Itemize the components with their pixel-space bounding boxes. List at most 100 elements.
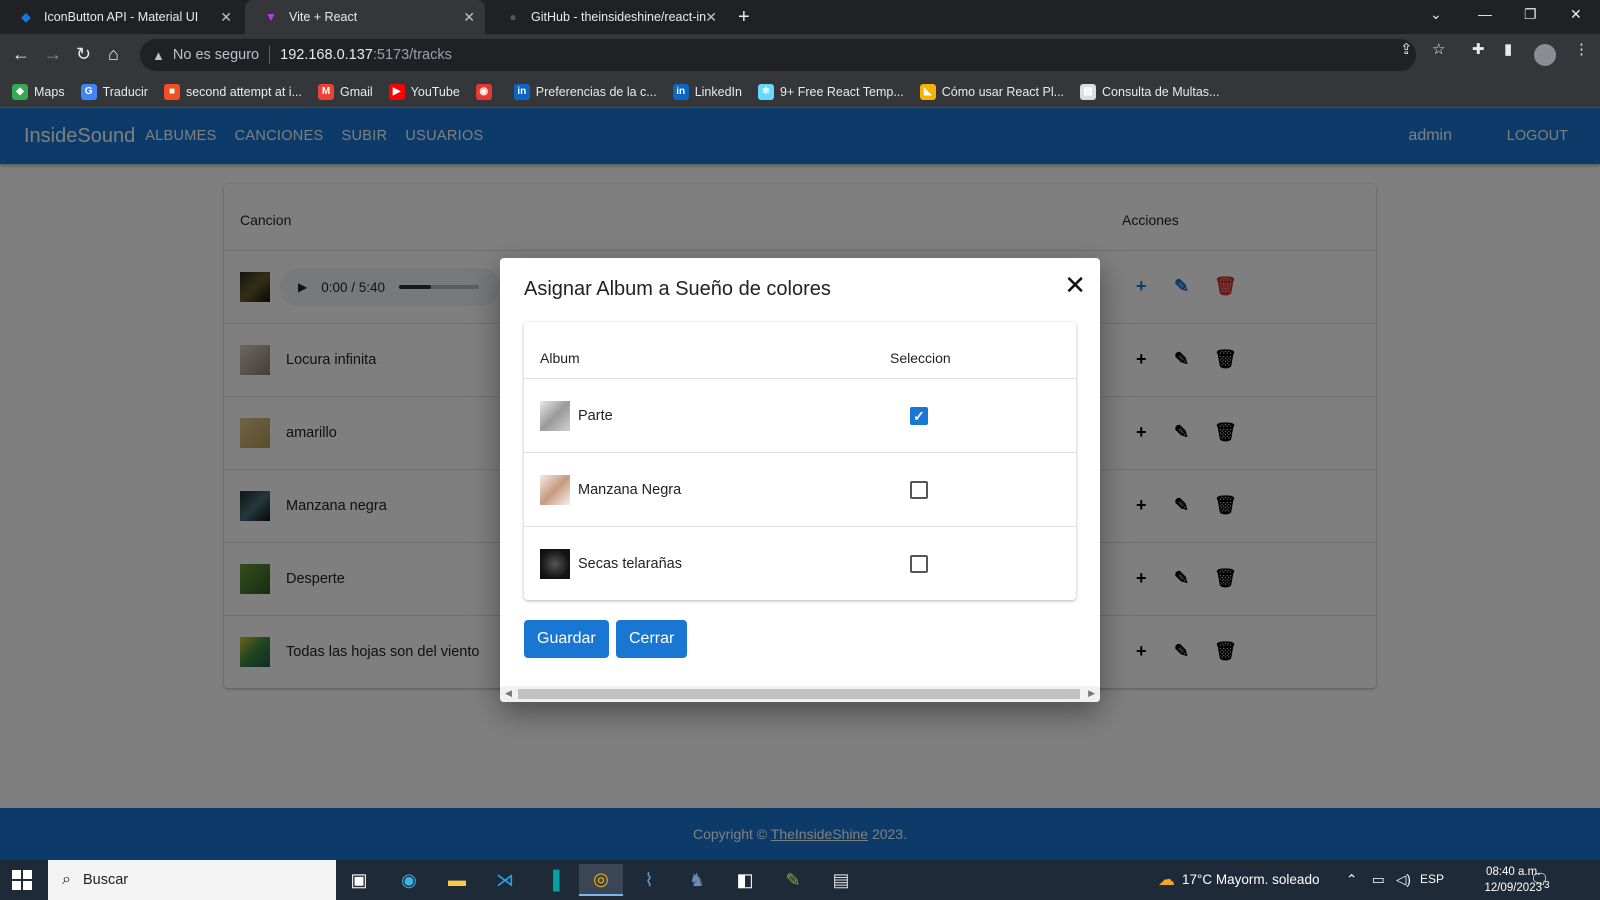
assign-album-dialog: Asignar Album a Sueño de colores ✕ Album…: [500, 258, 1100, 702]
bookmark-item[interactable]: in LinkedIn: [672, 83, 742, 100]
share-icon[interactable]: ⇪: [1400, 40, 1413, 58]
volume-icon[interactable]: ◁): [1396, 872, 1411, 888]
album-checkbox[interactable]: ✓: [910, 407, 928, 425]
table-row: Secas telarañas: [524, 526, 1076, 601]
bookmark-item[interactable]: ■ second attempt at i...: [163, 83, 303, 100]
notepad-icon[interactable]: ✎: [771, 864, 815, 896]
tab-title: IconButton API - Material UI: [44, 10, 199, 24]
side-panel-icon[interactable]: ▮: [1504, 40, 1512, 58]
albums-table: Album Seleccion Parte ✓ Manzana Negra Se…: [524, 322, 1076, 600]
album-checkbox[interactable]: [910, 481, 928, 499]
linkedin-icon: in: [672, 83, 689, 100]
scroll-right-icon[interactable]: ▶: [1088, 688, 1095, 699]
bookmark-item[interactable]: ▤ Consulta de Multas...: [1080, 83, 1220, 100]
bookmark-label: Traducir: [102, 84, 148, 99]
windows-start-icon[interactable]: [12, 870, 32, 890]
new-tab-button[interactable]: +: [738, 6, 750, 29]
address-bar[interactable]: ▲ No es seguro 192.168.0.137 :5173/track…: [140, 39, 1416, 71]
album-thumbnail: [540, 475, 570, 505]
reload-icon[interactable]: ↻: [76, 44, 91, 65]
bookmark-item[interactable]: in Preferencias de la c...: [513, 83, 657, 100]
app-icon[interactable]: ▐: [531, 864, 575, 896]
close-icon[interactable]: ✕: [220, 9, 232, 26]
close-icon[interactable]: ✕: [463, 9, 475, 26]
bookmark-star-icon[interactable]: ☆: [1432, 40, 1445, 58]
security-status: No es seguro: [172, 47, 260, 63]
bookmark-item[interactable]: M Gmail: [318, 83, 373, 100]
file-explorer-icon[interactable]: ▬: [435, 864, 479, 896]
browser-tab-github[interactable]: ● GitHub - theinsideshine/react-ins ✕: [487, 0, 727, 34]
gmail-icon: M: [318, 83, 335, 100]
intellij-icon[interactable]: ◧: [723, 864, 767, 896]
scroll-left-icon[interactable]: ◀: [505, 688, 512, 699]
translate-icon: G: [80, 83, 97, 100]
close-icon[interactable]: ✕: [1064, 272, 1086, 298]
album-checkbox[interactable]: [910, 555, 928, 573]
menu-icon[interactable]: ⋮: [1574, 40, 1589, 58]
back-icon[interactable]: ←: [12, 44, 30, 65]
bookmark-label: second attempt at i...: [185, 84, 303, 99]
record-icon: ◉: [475, 83, 492, 100]
browser-tab-strip: ◆ IconButton API - Material UI ✕ ▼ Vite …: [0, 0, 1600, 34]
extensions-icon[interactable]: ✚: [1472, 40, 1485, 58]
windows-taskbar: ⌕ Buscar ▣ ◉ ▬ ⋊ ▐ ◎ ⌇ ♞ ◧ ✎ ▤ ☁ 17°C Ma…: [0, 860, 1600, 900]
mui-icon: ◆: [21, 10, 31, 24]
divider: [269, 46, 271, 64]
vscode-icon[interactable]: ⋊: [483, 864, 527, 896]
react-icon: ⚛: [757, 83, 774, 100]
linkedin-icon: in: [513, 83, 530, 100]
album-name: Secas telarañas: [578, 556, 682, 572]
taskbar-search[interactable]: ⌕ Buscar: [48, 860, 336, 900]
column-header-album: Album: [540, 350, 580, 366]
vite-icon: ▼: [265, 10, 277, 24]
album-thumbnail: [540, 549, 570, 579]
language-indicator[interactable]: ESP: [1420, 872, 1444, 886]
search-icon: ⌕: [62, 871, 71, 888]
profile-avatar[interactable]: [1534, 44, 1556, 66]
notification-count: 3: [1544, 880, 1550, 891]
album-thumbnail: [540, 401, 570, 431]
cat-icon: ◣: [919, 83, 936, 100]
browser-tab-vite[interactable]: ▼ Vite + React ✕: [245, 0, 485, 34]
close-icon[interactable]: ✕: [705, 9, 717, 26]
save-button[interactable]: Guardar: [524, 620, 609, 658]
forward-icon[interactable]: →: [44, 44, 62, 65]
bookmark-item[interactable]: ⚛ 9+ Free React Temp...: [757, 83, 904, 100]
bookmarks-bar: ◆ Maps G Traducir ■ second attempt at i... M Gm…: [0, 76, 1600, 108]
browser-tab-mui[interactable]: ◆ IconButton API - Material UI ✕: [0, 0, 242, 34]
document-icon: ▤: [1080, 83, 1097, 100]
bookmark-item[interactable]: ◉: [475, 83, 498, 100]
album-name: Parte: [578, 408, 613, 424]
weather-text[interactable]: 17°C Mayorm. soleado: [1182, 872, 1319, 887]
tab-search-icon[interactable]: ⌄: [1430, 6, 1442, 23]
chrome-icon[interactable]: ◎: [579, 864, 623, 896]
app-viewport: InsideSound ALBUMES CANCIONES SUBIR USUA…: [0, 108, 1600, 860]
window-close-button[interactable]: ✕: [1570, 6, 1582, 23]
dialog-title: Asignar Album a Sueño de colores: [524, 278, 831, 300]
bookmark-item[interactable]: ▶ YouTube: [388, 83, 460, 100]
bookmark-label: Consulta de Multas...: [1102, 84, 1220, 99]
restore-button[interactable]: ❐: [1524, 6, 1537, 23]
minimize-button[interactable]: —: [1478, 6, 1492, 22]
photos-icon[interactable]: ▤: [819, 864, 863, 896]
youtube-icon: ▶: [388, 83, 405, 100]
tray-chevron-icon[interactable]: ⌃: [1346, 872, 1357, 888]
task-view-icon[interactable]: ▣: [337, 864, 381, 896]
maps-icon: ◆: [12, 83, 28, 100]
tab-title: GitHub - theinsideshine/react-ins: [531, 10, 706, 24]
search-placeholder: Buscar: [82, 872, 129, 888]
network-icon[interactable]: ▭: [1372, 872, 1385, 888]
bookmark-item[interactable]: ◣ Cómo usar React Pl...: [919, 83, 1065, 100]
mysql-icon[interactable]: ⌇: [627, 864, 671, 896]
bookmark-label: Cómo usar React Pl...: [941, 84, 1065, 99]
postgres-icon[interactable]: ♞: [675, 864, 719, 896]
scrollbar-thumb[interactable]: [518, 689, 1080, 699]
bookmark-item[interactable]: G Traducir: [80, 83, 148, 100]
close-button[interactable]: Cerrar: [616, 620, 688, 658]
bookmark-item[interactable]: ◆ Maps: [12, 83, 65, 100]
horizontal-scrollbar[interactable]: ◀ ▶: [500, 686, 1100, 702]
home-icon[interactable]: ⌂: [108, 44, 119, 65]
browser-toolbar: ← → ↻ ⌂ ▲ No es seguro 192.168.0.137 :51…: [0, 34, 1600, 76]
edge-icon[interactable]: ◉: [387, 864, 431, 896]
album-name: Manzana Negra: [578, 482, 682, 498]
